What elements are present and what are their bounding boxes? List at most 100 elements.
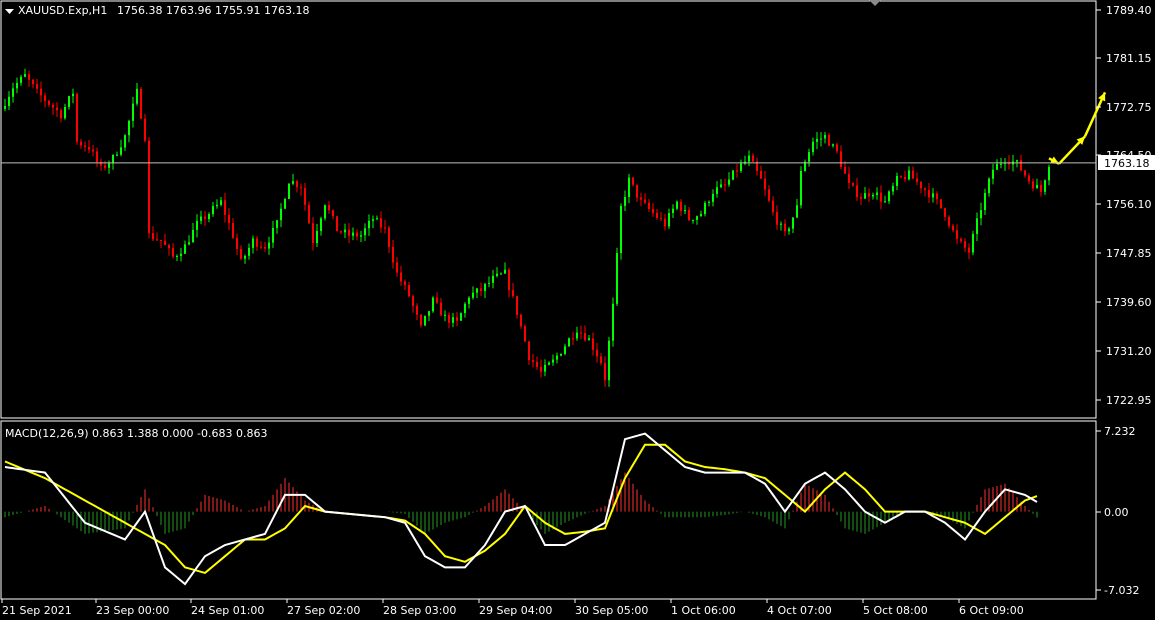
candle-body: [656, 212, 658, 218]
svg-text:1731.20: 1731.20: [1106, 345, 1152, 358]
candle-body: [1036, 184, 1038, 189]
svg-text:30 Sep 05:00: 30 Sep 05:00: [575, 604, 648, 617]
candle-body: [788, 228, 790, 232]
candle-body: [288, 183, 290, 199]
candle-body: [632, 177, 634, 185]
candle-body: [916, 178, 918, 182]
candle-body: [588, 338, 590, 341]
candle-body: [736, 170, 738, 172]
candle-body: [856, 185, 858, 198]
candle-body: [580, 332, 582, 334]
candle-body: [564, 346, 566, 354]
candle-body: [936, 193, 938, 200]
candle-body: [464, 303, 466, 314]
candle-body: [792, 217, 794, 229]
candle-body: [900, 176, 902, 178]
candle-body: [424, 315, 426, 326]
candle-body: [568, 338, 570, 347]
candle-body: [360, 235, 362, 237]
candle-body: [396, 262, 398, 273]
candle-body: [392, 246, 394, 263]
candle-body: [1000, 163, 1002, 165]
candle-body: [188, 242, 190, 245]
candle-body: [344, 229, 346, 233]
candle-body: [1048, 166, 1050, 181]
candle-body: [572, 338, 574, 340]
candle-body: [404, 281, 406, 286]
candle-body: [796, 205, 798, 218]
candle-body: [608, 340, 610, 381]
candle-body: [500, 273, 502, 275]
candle-body: [520, 314, 522, 327]
candle-body: [548, 362, 550, 365]
candle-body: [140, 88, 142, 119]
candle-body: [492, 275, 494, 283]
candle-body: [524, 326, 526, 342]
candle-body: [452, 317, 454, 323]
candle-body: [388, 227, 390, 247]
candle-body: [208, 214, 210, 220]
candle-body: [312, 223, 314, 244]
candle-body: [672, 208, 674, 214]
candle-body: [688, 209, 690, 221]
candle-body: [912, 170, 914, 179]
candle-body: [376, 218, 378, 220]
candle-body: [420, 314, 422, 326]
candle-body: [980, 210, 982, 219]
candle-body: [444, 314, 446, 316]
candle-body: [652, 209, 654, 213]
candle-body: [780, 223, 782, 225]
candle-body: [556, 355, 558, 360]
candle-body: [28, 74, 30, 80]
candle-body: [488, 282, 490, 284]
candle-body: [836, 144, 838, 152]
candle-body: [164, 240, 166, 245]
candle-body: [504, 269, 506, 274]
svg-text:1772.75: 1772.75: [1106, 101, 1152, 114]
candle-body: [184, 244, 186, 254]
candle-body: [800, 171, 802, 206]
candle-body: [740, 163, 742, 171]
candle-body: [212, 206, 214, 215]
candle-body: [628, 177, 630, 197]
candle-body: [220, 200, 222, 205]
candle-body: [660, 217, 662, 219]
candle-body: [696, 216, 698, 220]
candle-body: [784, 223, 786, 232]
svg-text:27 Sep 02:00: 27 Sep 02:00: [287, 604, 360, 617]
candle-body: [748, 155, 750, 162]
svg-text:-7.032: -7.032: [1104, 584, 1139, 597]
candle-body: [104, 165, 106, 168]
candle-body: [480, 288, 482, 291]
svg-text:28 Sep 03:00: 28 Sep 03:00: [383, 604, 456, 617]
candle-body: [412, 296, 414, 306]
candle-body: [352, 232, 354, 236]
candle-body: [1016, 160, 1018, 162]
candle-body: [712, 193, 714, 202]
candle-body: [716, 187, 718, 194]
svg-text:0.00: 0.00: [1104, 506, 1129, 519]
candle-body: [988, 178, 990, 194]
candle-body: [468, 297, 470, 304]
candle-body: [52, 104, 54, 108]
candle-body: [720, 184, 722, 188]
candle-body: [664, 218, 666, 227]
candle-body: [64, 106, 66, 119]
candle-body: [84, 145, 86, 147]
candle-body: [88, 146, 90, 150]
candle-body: [852, 182, 854, 186]
svg-text:21 Sep 2021: 21 Sep 2021: [2, 604, 72, 617]
candle-body: [824, 135, 826, 139]
candle-body: [60, 110, 62, 119]
candle-body: [160, 239, 162, 241]
candle-body: [180, 253, 182, 256]
candle-body: [260, 246, 262, 248]
trading-chart[interactable]: XAUUSD.Exp,H1 1756.38 1763.96 1755.91 17…: [0, 0, 1155, 620]
candle-body: [408, 285, 410, 297]
candle-body: [300, 187, 302, 189]
candle-body: [600, 356, 602, 364]
current-price-label: 1763.18: [1104, 157, 1150, 170]
candle-body: [92, 149, 94, 152]
candle-body: [616, 253, 618, 304]
candle-body: [808, 152, 810, 162]
